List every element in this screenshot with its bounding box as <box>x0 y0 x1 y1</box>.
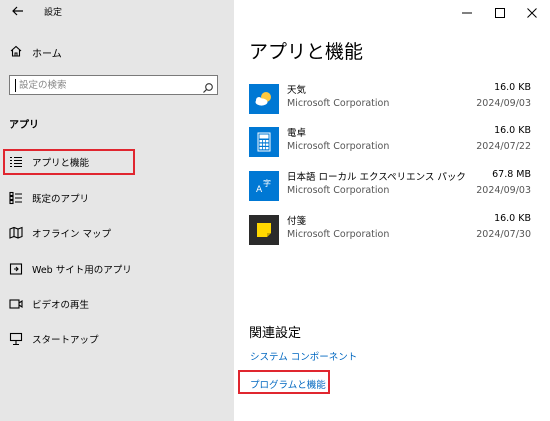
sidebar-item-startup[interactable]: スタートアップ <box>3 326 228 352</box>
sidebar-item-offline-maps[interactable]: オフライン マップ <box>3 220 228 246</box>
sidebar-item-label: アプリと機能 <box>32 158 90 169</box>
sidebar-item-label: Web サイト用のアプリ <box>32 265 132 276</box>
app-date: 2024/07/30 <box>476 229 531 240</box>
sidebar-item-label: スタートアップ <box>32 335 99 346</box>
sidebar-item-video-playback[interactable]: ビデオの再生 <box>3 291 228 317</box>
weather-icon <box>249 84 279 114</box>
app-date: 2024/09/03 <box>476 185 531 196</box>
sidebar-item-label: ビデオの再生 <box>32 300 90 311</box>
app-name: 天気 <box>287 85 307 96</box>
app-list-item-weather[interactable]: 天気 Microsoft Corporation 16.0 KB 2024/09… <box>249 82 531 116</box>
system-components-link[interactable]: システム コンポーネント <box>250 349 357 363</box>
sidebar-item-label: 既定のアプリ <box>32 194 90 205</box>
close-icon[interactable] <box>526 4 538 18</box>
app-list-item-language-pack[interactable]: A 字 日本語 ローカル エクスペリエンス パック Microsoft Corp… <box>249 169 531 203</box>
app-publisher: Microsoft Corporation <box>287 98 390 109</box>
app-size: 16.0 KB <box>494 125 531 136</box>
app-name: 電卓 <box>287 128 307 139</box>
sidebar: 設定 ホーム アプリ アプリと機能 既定のアプリ オフライン マップ <box>0 0 234 421</box>
sidebar-item-label: オフライン マップ <box>32 229 112 240</box>
back-arrow-icon[interactable] <box>10 3 26 19</box>
minimize-icon[interactable] <box>461 4 473 16</box>
app-publisher: Microsoft Corporation <box>287 141 390 152</box>
app-size: 16.0 KB <box>494 213 531 224</box>
app-date: 2024/07/22 <box>476 141 531 152</box>
svg-text:字: 字 <box>263 178 271 188</box>
sidebar-item-web-apps[interactable]: Web サイト用のアプリ <box>3 256 228 282</box>
home-label: ホーム <box>32 48 62 60</box>
maximize-icon[interactable] <box>494 4 506 18</box>
sidebar-item-default-apps[interactable]: 既定のアプリ <box>3 185 228 211</box>
search-icon[interactable] <box>202 79 214 93</box>
app-size: 67.8 MB <box>492 169 531 180</box>
svg-text:A: A <box>256 185 263 195</box>
related-settings-title: 関連設定 <box>249 326 302 341</box>
calculator-icon <box>249 127 279 157</box>
web-apps-icon <box>9 262 23 276</box>
section-title: アプリ <box>9 120 39 131</box>
programs-and-features-link[interactable]: プログラムと機能 <box>250 377 326 391</box>
search-input[interactable] <box>19 78 199 93</box>
app-list-item-sticky-notes[interactable]: 付箋 Microsoft Corporation 16.0 KB 2024/07… <box>249 213 531 247</box>
search-field[interactable] <box>9 75 218 95</box>
home-icon <box>9 43 23 62</box>
offline-map-icon <box>9 226 23 240</box>
video-icon <box>9 297 23 311</box>
home-link[interactable]: ホーム <box>9 44 62 60</box>
app-date: 2024/09/03 <box>476 98 531 109</box>
app-publisher: Microsoft Corporation <box>287 185 390 196</box>
app-list-item-calculator[interactable]: 電卓 Microsoft Corporation 16.0 KB 2024/07… <box>249 125 531 159</box>
app-name: 付箋 <box>287 216 307 227</box>
sidebar-item-apps-features[interactable]: アプリと機能 <box>3 149 135 175</box>
startup-icon <box>9 332 23 346</box>
text-caret <box>15 79 16 92</box>
language-pack-icon: A 字 <box>249 171 279 201</box>
apps-list-icon <box>9 155 23 169</box>
app-publisher: Microsoft Corporation <box>287 229 390 240</box>
app-size: 16.0 KB <box>494 82 531 93</box>
window-title: 設定 <box>44 8 63 18</box>
app-name: 日本語 ローカル エクスペリエンス パック <box>287 172 466 183</box>
page-title: アプリと機能 <box>249 41 364 63</box>
sticky-notes-icon <box>249 215 279 245</box>
default-apps-icon <box>9 191 23 205</box>
